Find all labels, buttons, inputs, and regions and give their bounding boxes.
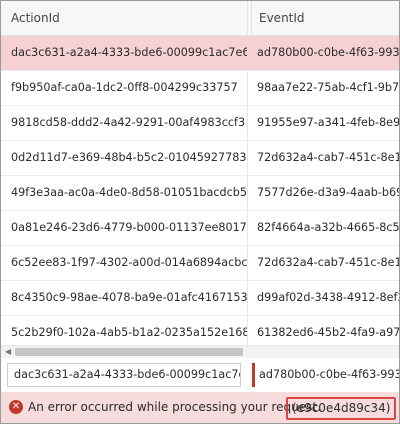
cell-event-id[interactable]: 72d632a4-cab7-451c-8e19-a bbox=[257, 246, 399, 280]
table-row[interactable]: 5c2b29f0-102a-4ab5-b1a2-0235a152e168 613… bbox=[1, 316, 399, 345]
data-grid: ActionId EventId dac3c631-a2a4-4333-bde6… bbox=[1, 1, 399, 345]
table-row[interactable]: 0d2d11d7-e369-48b4-b5c2-010459277838 72d… bbox=[1, 141, 399, 176]
error-code: (e9c0e4d89c34) bbox=[286, 397, 397, 420]
table-row-selected[interactable]: dac3c631-a2a4-4333-bde6-00099c1ac7e6 ad7… bbox=[1, 36, 399, 71]
cell-action-id[interactable]: 6c52ee83-1f97-4302-a00d-014a6894acbc bbox=[11, 246, 247, 280]
cell-event-id[interactable]: d99af02d-3438-4912-8ef2-e bbox=[257, 281, 399, 315]
scroll-left-icon[interactable]: ◀ bbox=[5, 346, 11, 358]
cell-action-id[interactable]: f9b950af-ca0a-1dc2-0ff8-004299c33757 bbox=[11, 71, 247, 105]
grid-rows: dac3c631-a2a4-4333-bde6-00099c1ac7e6 ad7… bbox=[1, 36, 399, 345]
cell-action-id[interactable]: 0d2d11d7-e369-48b4-b5c2-010459277838 bbox=[11, 141, 247, 175]
cell-event-id[interactable]: 82f4664a-a32b-4665-8c5f-9 bbox=[257, 211, 399, 245]
grid-panel: ActionId EventId dac3c631-a2a4-4333-bde6… bbox=[0, 0, 400, 424]
cell-event-id[interactable]: 98aa7e22-75ab-4cf1-9b75-e bbox=[257, 71, 399, 105]
event-id-input[interactable]: ad780b00-c0be-4f63-9938- bbox=[252, 363, 399, 387]
table-row[interactable]: 8c4350c9-98ae-4078-ba9e-01afc4167153 d99… bbox=[1, 281, 399, 316]
table-row[interactable]: 0a81e246-23d6-4779-b000-01137ee8017f 82f… bbox=[1, 211, 399, 246]
error-icon: ✕ bbox=[9, 400, 23, 414]
table-row[interactable]: 9818cd58-ddd2-4a42-9291-00af4983ccf3 919… bbox=[1, 106, 399, 141]
cell-action-id[interactable]: 9818cd58-ddd2-4a42-9291-00af4983ccf3 bbox=[11, 106, 247, 140]
action-id-input[interactable]: dac3c631-a2a4-4333-bde6-00099c1ac7e6 bbox=[7, 363, 241, 387]
scrollbar-thumb[interactable] bbox=[15, 348, 243, 356]
cell-event-id[interactable]: 91955e97-a341-4feb-8e96-7 bbox=[257, 106, 399, 140]
cell-action-id[interactable]: dac3c631-a2a4-4333-bde6-00099c1ac7e6 bbox=[11, 36, 247, 70]
cell-event-id[interactable]: 7577d26e-d3a9-4aab-b69a- bbox=[257, 176, 399, 210]
cell-action-id[interactable]: 49f3e3aa-ac0a-4de0-8d58-01051bacdcb5 bbox=[11, 176, 247, 210]
cell-event-id[interactable]: ad780b00-c0be-4f63-9938- bbox=[257, 36, 399, 70]
row-editor: dac3c631-a2a4-4333-bde6-00099c1ac7e6 ad7… bbox=[1, 358, 399, 392]
horizontal-scrollbar[interactable]: ◀ bbox=[1, 345, 399, 358]
cell-action-id[interactable]: 8c4350c9-98ae-4078-ba9e-01afc4167153 bbox=[11, 281, 247, 315]
table-row[interactable]: 49f3e3aa-ac0a-4de0-8d58-01051bacdcb5 757… bbox=[1, 176, 399, 211]
table-row[interactable]: 6c52ee83-1f97-4302-a00d-014a6894acbc 72d… bbox=[1, 246, 399, 281]
cell-action-id[interactable]: 0a81e246-23d6-4779-b000-01137ee8017f bbox=[11, 211, 247, 245]
column-header-event-id[interactable]: EventId bbox=[249, 1, 399, 35]
grid-header: ActionId EventId bbox=[1, 1, 399, 36]
error-message: An error occurred while processing your … bbox=[28, 400, 321, 414]
table-row[interactable]: f9b950af-ca0a-1dc2-0ff8-004299c33757 98a… bbox=[1, 71, 399, 106]
cell-event-id[interactable]: 72d632a4-cab7-451c-8e19-a bbox=[257, 141, 399, 175]
cell-action-id[interactable]: 5c2b29f0-102a-4ab5-b1a2-0235a152e168 bbox=[11, 316, 247, 345]
column-header-action-id[interactable]: ActionId bbox=[1, 1, 252, 35]
cell-event-id[interactable]: 61382ed6-45b2-4fa9-a979- bbox=[257, 316, 399, 345]
error-banner: ✕ An error occurred while processing you… bbox=[1, 392, 399, 423]
